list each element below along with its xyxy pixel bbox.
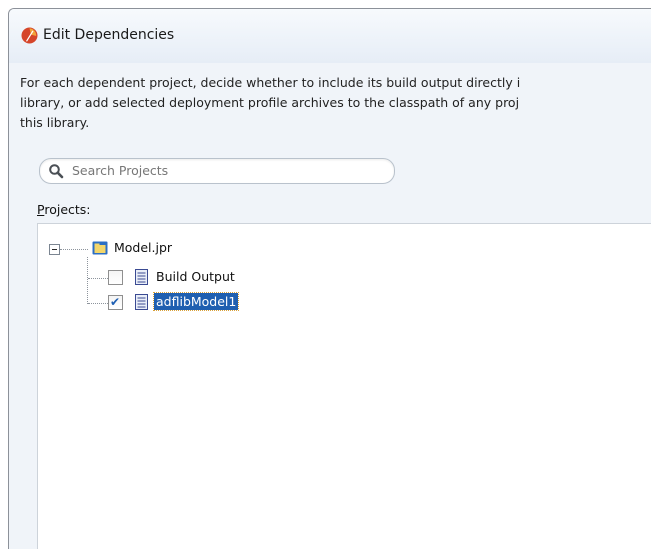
- search-input[interactable]: [72, 161, 372, 179]
- check-icon: ✔: [110, 295, 121, 309]
- search-projects-field[interactable]: [39, 158, 395, 184]
- tree-connector: [88, 303, 108, 304]
- tree-connector: [88, 278, 108, 279]
- document-icon: [135, 269, 148, 285]
- projects-label-text: rojects:: [44, 202, 91, 217]
- tree-connector: [60, 249, 88, 250]
- description-line: this library.: [20, 115, 90, 130]
- document-icon: [135, 294, 148, 310]
- dialog-title: Edit Dependencies: [43, 27, 175, 43]
- build-output-checkbox[interactable]: [108, 270, 123, 285]
- collapse-toggle[interactable]: [49, 244, 60, 255]
- adflibmodel1-checkbox[interactable]: ✔: [108, 295, 123, 310]
- app-icon: [21, 27, 38, 44]
- folder-icon: [92, 241, 108, 255]
- title-bar[interactable]: Edit Dependencies: [9, 9, 651, 63]
- dialog-description: For each dependent project, decide wheth…: [20, 73, 651, 133]
- tree-node-build-output[interactable]: Build Output: [156, 269, 235, 284]
- projects-tree[interactable]: Model.jpr Build Output ✔ adflibModel1: [37, 223, 651, 549]
- projects-label: Projects:: [37, 202, 91, 217]
- tree-connector: [87, 257, 88, 304]
- edit-dependencies-dialog: Edit Dependencies For each dependent pro…: [8, 8, 651, 549]
- description-line: For each dependent project, decide wheth…: [20, 75, 521, 90]
- search-icon: [49, 164, 64, 179]
- tree-node-adflibmodel1[interactable]: adflibModel1: [152, 292, 240, 311]
- description-line: library, or add selected deployment prof…: [20, 95, 520, 110]
- tree-node-root[interactable]: Model.jpr: [114, 240, 172, 255]
